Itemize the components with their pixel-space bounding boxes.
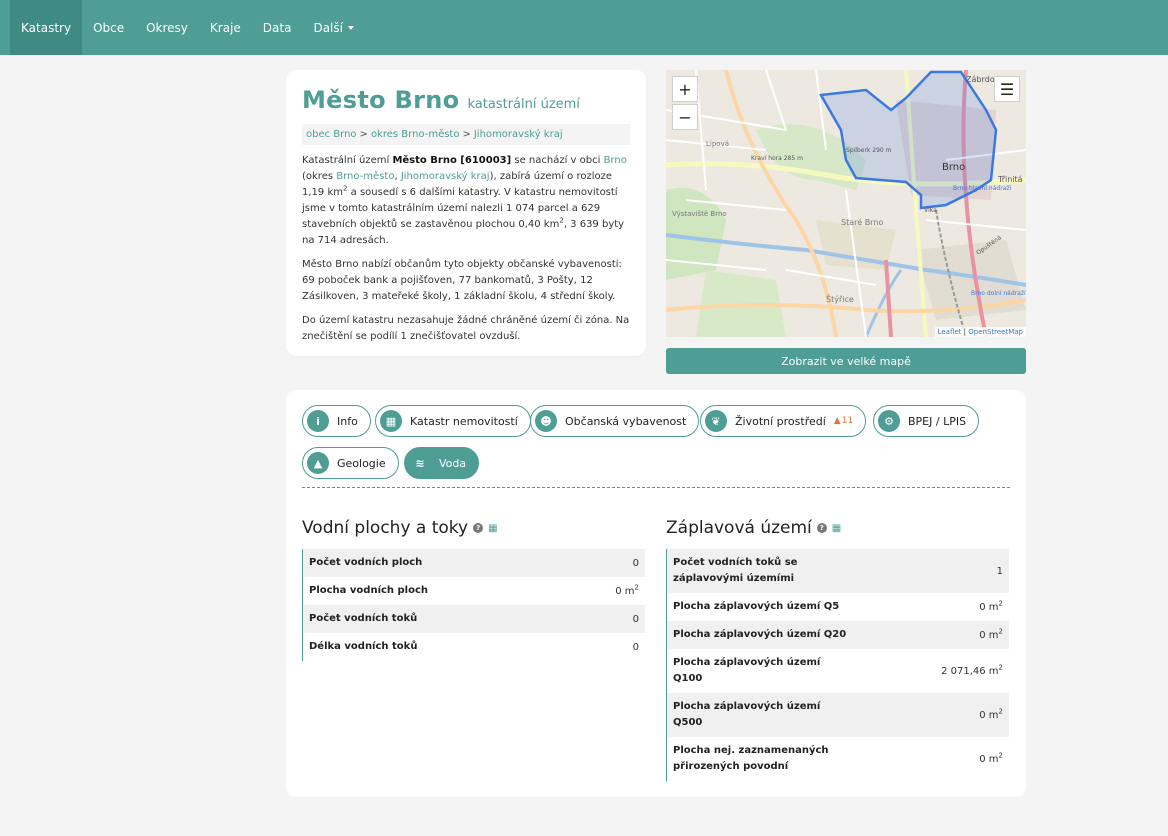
nav-data[interactable]: Data xyxy=(252,0,303,55)
svg-text:Lipová: Lipová xyxy=(706,140,729,148)
page-title: Město Brno xyxy=(302,86,460,114)
svg-text:Výstaviště Brno: Výstaviště Brno xyxy=(672,210,727,218)
svg-text:Vlka: Vlka xyxy=(924,207,937,214)
nav-kraje[interactable]: Kraje xyxy=(199,0,252,55)
table-row: Počet vodních toků 0 xyxy=(303,605,645,633)
tab-katastr[interactable]: ▦ Katastr nemovitostí xyxy=(375,405,531,437)
link-okres[interactable]: Brno-město xyxy=(336,171,394,182)
svg-text:Kraví hora 285 m: Kraví hora 285 m xyxy=(751,155,803,162)
table-row: Plocha záplavových území Q20 0 m2 xyxy=(667,621,1009,649)
tab-info[interactable]: i Info xyxy=(302,405,371,437)
nav-dalsi-dropdown[interactable]: Další xyxy=(302,0,365,55)
svg-text:Brno dolní nádraží: Brno dolní nádraží xyxy=(971,290,1026,297)
show-big-map-button[interactable]: Zobrazit ve velké mapě xyxy=(666,348,1026,374)
layers-menu-button[interactable]: ☰ xyxy=(994,76,1020,102)
tab-zivotni-prostredi[interactable]: ❦ Životní prostředí ▲ 11 xyxy=(700,405,867,437)
table-row: Délka vodních toků 0 xyxy=(309,641,639,653)
leaf-icon: ❦ xyxy=(705,410,727,432)
cadastre-name: Město Brno [610003] xyxy=(392,155,512,166)
breadcrumb-kraj[interactable]: Jihomoravský kraj xyxy=(474,129,563,140)
environment-paragraph: Do území katastru nezasahuje žádné chrán… xyxy=(302,315,630,342)
zoom-in-button[interactable]: + xyxy=(672,76,698,102)
mountain-icon: ▲ xyxy=(307,452,329,474)
tab-voda[interactable]: ≋ Voda xyxy=(404,447,480,479)
table-row: Plocha záplavových území Q500 0 m2 xyxy=(667,693,1009,737)
svg-text:Spilberk 290 m: Spilberk 290 m xyxy=(846,147,892,154)
table-row: Počet vodních ploch 0 xyxy=(303,549,645,577)
table-row: Plocha záplavových území Q5 0 m2 xyxy=(673,599,1003,613)
user-icon: ☻ xyxy=(535,410,557,432)
nav-katastry[interactable]: Katastry xyxy=(10,0,83,55)
tabs-divider xyxy=(302,487,1010,488)
details-card: i Info ▦ Katastr nemovitostí ☻ Občanská vyb… xyxy=(286,390,1026,797)
map-icon[interactable]: ▦ xyxy=(488,523,497,534)
nav-okresy[interactable]: Okresy xyxy=(135,0,199,55)
breadcrumb-separator: > xyxy=(462,129,471,140)
svg-text:Brno hlavní nádraží: Brno hlavní nádraží xyxy=(953,185,1012,192)
tab-bpej-lpis[interactable]: ⚙ BPEJ / LPIS xyxy=(873,405,980,437)
flood-table: Počet vodních toků se záplavovými územím… xyxy=(666,549,1009,781)
breadcrumb-okres[interactable]: okres Brno-město xyxy=(371,129,460,140)
svg-text:Brno: Brno xyxy=(942,162,965,173)
map-tiles: Brno Třinitá Zábrdo Lipová Staré Brno Št… xyxy=(666,70,1026,337)
map-attribution: Leaflet | OpenStreetMap xyxy=(934,327,1026,337)
zoom-out-button[interactable]: − xyxy=(672,104,698,130)
table-row: Plocha záplavových území Q100 2 071,46 m2 xyxy=(673,657,1003,684)
tractor-icon: ⚙ xyxy=(878,410,900,432)
table-row: Plocha nej. zaznamenaných přirozených po… xyxy=(673,745,1003,772)
water-section-title: Vodní plochy a toky ? ▦ xyxy=(302,518,498,538)
nav-dalsi-label: Další xyxy=(313,20,343,35)
breadcrumb: obec Brno > okres Brno-město > Jihomorav… xyxy=(302,124,630,145)
description-paragraph: Katastrální území Město Brno [610003] se… xyxy=(302,155,627,246)
help-icon[interactable]: ? xyxy=(473,523,484,533)
tab-geologie[interactable]: ▲ Geologie xyxy=(302,447,399,479)
water-table: Počet vodních ploch 0 Plocha vodních ploc… xyxy=(302,549,645,661)
leaflet-link[interactable]: Leaflet xyxy=(938,328,962,336)
svg-text:Štýřice: Štýřice xyxy=(826,293,854,304)
link-kraj[interactable]: Jihomoravský kraj xyxy=(401,171,490,182)
svg-text:Staré Brno: Staré Brno xyxy=(841,217,883,227)
svg-text:Třinitá: Třinitá xyxy=(997,175,1023,184)
water-icon: ≋ xyxy=(415,456,425,470)
chevron-down-icon xyxy=(347,25,354,30)
top-navbar: Katastry Obce Okresy Kraje Data Další xyxy=(0,0,1168,55)
warning-triangle-icon: ▲ xyxy=(833,416,841,426)
info-icon: i xyxy=(307,410,329,432)
warning-badge: ▲ 11 xyxy=(833,416,854,426)
table-row: Počet vodních toků se záplavovými územím… xyxy=(667,549,1009,593)
tab-obcanska-vybavenost[interactable]: ☻ Občanská vybavenost xyxy=(530,405,700,437)
table-row: Plocha vodních ploch 0 m2 xyxy=(309,583,639,597)
map-icon[interactable]: ▦ xyxy=(832,523,841,534)
flood-section-title: Záplavová území ? ▦ xyxy=(666,518,842,538)
link-obec[interactable]: Brno xyxy=(604,155,627,166)
map-view[interactable]: Brno Třinitá Zábrdo Lipová Staré Brno Št… xyxy=(666,70,1026,337)
breadcrumb-obec[interactable]: obec Brno xyxy=(306,129,357,140)
map-icon: ▦ xyxy=(380,410,402,432)
page-subtitle: katastrální území xyxy=(467,97,580,112)
osm-link[interactable]: OpenStreetMap xyxy=(968,328,1023,336)
help-icon[interactable]: ? xyxy=(816,523,827,533)
breadcrumb-separator: > xyxy=(359,129,368,140)
amenities-paragraph: Město Brno nabízí občanům tyto objekty o… xyxy=(302,259,622,302)
info-card: Město Brno katastrální území obec Brno >… xyxy=(286,70,646,356)
svg-text:Zábrdo: Zábrdo xyxy=(966,75,995,84)
nav-obce[interactable]: Obce xyxy=(82,0,135,55)
